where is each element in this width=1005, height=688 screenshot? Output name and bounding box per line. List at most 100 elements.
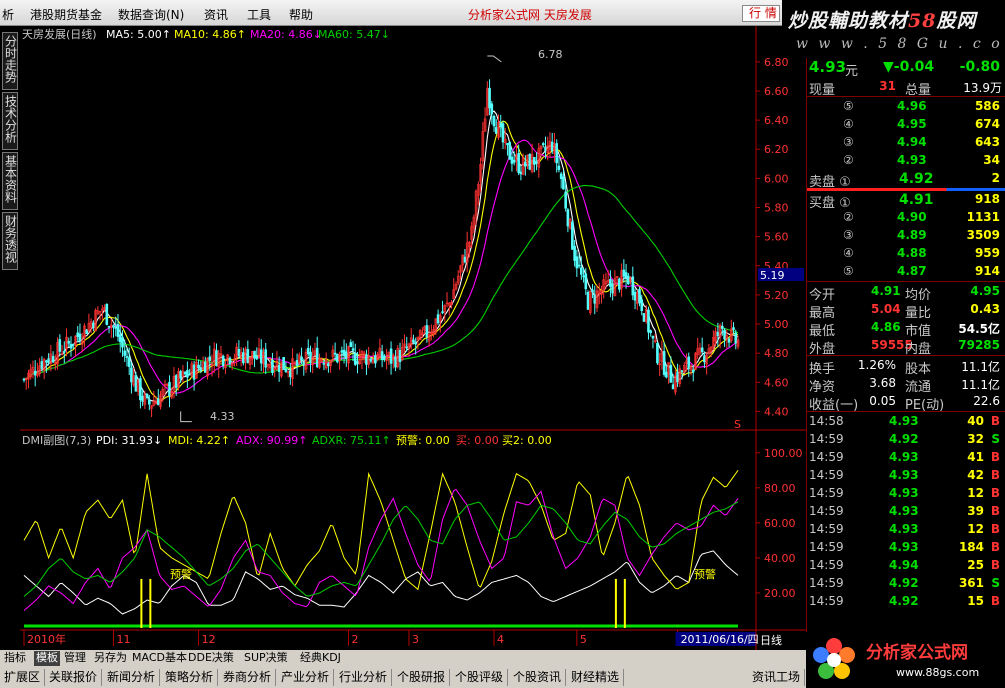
info-tab[interactable]: 产业分析 <box>281 669 335 686</box>
trade-button[interactable]: 行 情 <box>742 5 780 22</box>
warn-spike <box>623 578 626 628</box>
candle-body <box>76 332 80 337</box>
banner-url: w w w . 5 8 G u . c o m <box>796 36 1005 52</box>
tick-volume: 41 <box>967 450 984 464</box>
info-tab[interactable]: 新闻分析 <box>107 669 161 686</box>
candle-body <box>203 361 207 373</box>
indicator-tab[interactable]: 指标 <box>4 651 26 666</box>
menu-item-analysis[interactable]: 析 <box>2 6 14 23</box>
candle-body <box>179 370 182 379</box>
candle-body <box>192 364 196 380</box>
candle-body <box>289 370 292 378</box>
info-tab[interactable]: 财经精选 <box>571 669 625 686</box>
indicator-tab[interactable]: SUP决策 <box>244 651 288 666</box>
sell-level-price: 4.93 <box>897 153 927 167</box>
low-annotation-line <box>180 411 192 423</box>
candle-body <box>215 350 218 367</box>
time-tick-label: 2 <box>352 633 359 646</box>
dmi-tick-label: 60.00 <box>764 517 796 530</box>
info-tab[interactable]: 个股资讯 <box>513 669 567 686</box>
candle-body <box>671 384 675 390</box>
indicator-tab[interactable]: 模板 <box>34 651 60 666</box>
side-tab-financial[interactable]: 财务透视 <box>2 212 18 270</box>
tick-volume: 42 <box>967 468 984 482</box>
price-tick-label: 6.60 <box>764 85 789 98</box>
price-tick-label: 5.00 <box>764 318 789 331</box>
candle-body <box>669 365 673 383</box>
tick-side: S <box>991 576 1000 590</box>
indicator-tab[interactable]: MACD基本 <box>132 651 187 666</box>
tick-volume: 361 <box>958 576 984 590</box>
dmi-lines <box>23 470 739 628</box>
buy-level-price: 4.89 <box>897 228 927 242</box>
buy-level-row: ⑤ 4.87 914 <box>807 263 1005 281</box>
mdi-line <box>23 470 739 591</box>
info-tab[interactable]: 策略分析 <box>165 669 219 686</box>
watermark-banner: 炒股輔助教材58股网 w w w . 5 8 G u . c o m <box>782 0 1005 58</box>
candle-body <box>627 275 630 285</box>
menu-item-data-query[interactable]: 数据查询(N) <box>118 6 184 23</box>
candle-body <box>519 171 523 175</box>
menu-item-help[interactable]: 帮助 <box>289 6 313 23</box>
indicator-tab[interactable]: 经典KDJ <box>300 651 341 666</box>
buy2-legend: 买2: 0.00 <box>502 434 552 447</box>
tick-row: 14:59 4.93 184 B <box>807 539 1005 557</box>
price-tick-label: 6.00 <box>764 172 789 185</box>
candle-body <box>700 347 704 353</box>
info-tab[interactable]: 行业分析 <box>339 669 393 686</box>
candle-body <box>492 115 496 127</box>
info-tab[interactable]: 关联报价 <box>49 669 103 686</box>
candle-body <box>315 347 319 368</box>
warn-spike <box>140 578 143 628</box>
kline-chart[interactable]: 6.806.606.406.206.005.805.605.405.205.00… <box>20 26 806 650</box>
candle-body <box>573 245 576 261</box>
candle-body <box>494 127 498 134</box>
candle-body <box>584 273 588 290</box>
main-chart-title: 天房发展(日线) <box>22 27 97 41</box>
indicator-tab[interactable]: DDE决策 <box>188 651 234 666</box>
info-tab[interactable]: 扩展区 <box>4 669 46 686</box>
candle-body <box>69 343 73 349</box>
candle-body <box>640 299 644 312</box>
candle-body <box>414 342 417 345</box>
candle-body <box>141 395 144 402</box>
sell-level-label: ④ <box>843 117 854 131</box>
candle-body <box>156 398 160 406</box>
dmi-title: DMI副图(7,3) <box>22 434 91 447</box>
indicator-tab[interactable]: 管理 <box>64 651 86 666</box>
candle-body <box>345 351 348 359</box>
info-tab[interactable]: 券商分析 <box>223 669 277 686</box>
info-tab[interactable]: 个股研报 <box>397 669 451 686</box>
menu-item-hk-futures[interactable]: 港股期货基金 <box>30 6 102 23</box>
period-label[interactable]: 日线 <box>760 633 782 647</box>
adxr-legend: ADXR: 75.11↑ <box>312 434 391 447</box>
candle-body <box>284 368 288 372</box>
candle-body <box>622 269 626 277</box>
candle-body <box>566 209 570 227</box>
tick-side: B <box>990 468 1000 482</box>
menu-item-tools[interactable]: 工具 <box>247 6 271 23</box>
candle-body <box>571 221 574 250</box>
candle-body <box>488 87 491 109</box>
side-tab-intraday[interactable]: 分时走势 <box>2 32 18 90</box>
buy-level-price: 4.90 <box>897 210 927 224</box>
quote-separator <box>807 411 1005 412</box>
sell-level-volume: 34 <box>983 153 1000 167</box>
tick-volume: 15 <box>967 594 984 608</box>
tick-volume: 32 <box>967 432 984 446</box>
menu-item-news[interactable]: 资讯 <box>204 6 228 23</box>
side-tab-basic-info[interactable]: 基本资料 <box>2 152 18 210</box>
side-tab-technical[interactable]: 技术分析 <box>2 92 18 150</box>
info-tab[interactable]: 资讯工场 <box>752 669 806 686</box>
stat-value: 79285 <box>958 338 1000 352</box>
ma20-legend: MA20: 4.86↓ <box>250 28 322 41</box>
candle-body <box>336 354 339 363</box>
candle-body <box>535 161 538 165</box>
candle-body <box>564 191 567 209</box>
ma5-legend: MA5: 5.00↑ <box>106 28 171 41</box>
indicator-tab[interactable]: 另存为 <box>94 651 127 666</box>
candle-body <box>118 334 122 343</box>
candle-body <box>510 156 514 164</box>
info-tab[interactable]: 个股评级 <box>455 669 509 686</box>
candle-body <box>369 358 373 362</box>
